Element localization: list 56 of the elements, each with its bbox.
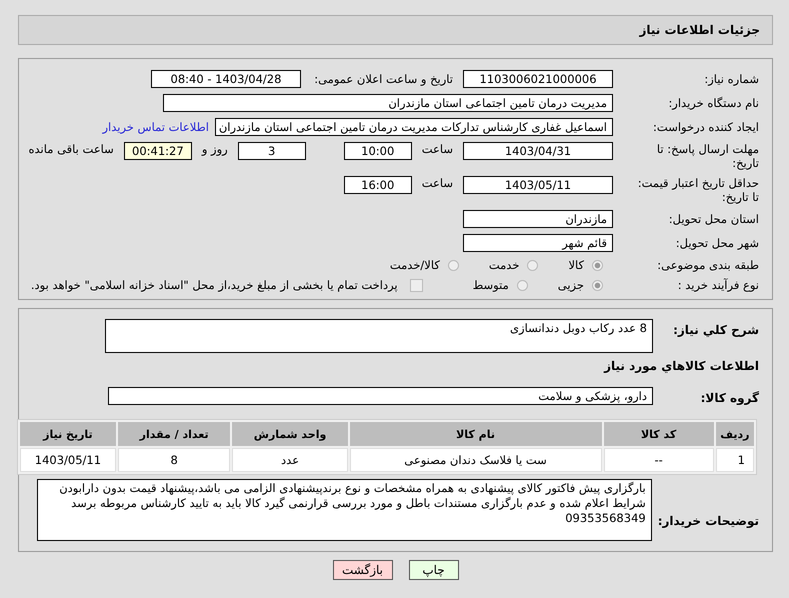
buyer-org-field[interactable]: مدیریت درمان تامین اجتماعی استان مازندران (163, 94, 613, 112)
back-button[interactable]: بازگشت (332, 560, 392, 580)
goods-group-field[interactable]: دارو، پزشکی و سلامت (108, 387, 653, 405)
table-cell: 1403/05/11 (20, 448, 116, 472)
table-cell: 1 (716, 448, 754, 472)
table-cell: ست یا فلاسک دندان مصنوعی (350, 448, 602, 472)
announce-date-field[interactable]: 1403/04/28 - 08:40 (151, 70, 301, 88)
remaining-label: ساعت باقی مانده (28, 142, 114, 156)
page-title: جزئیات اطلاعات نیاز (639, 23, 760, 37)
print-button[interactable]: چاپ (408, 560, 458, 580)
buyer-contact-link[interactable]: اطلاعات تماس خریدار (102, 120, 209, 134)
field-label: گروه کالا: (700, 391, 759, 405)
field-label: تاریخ و ساعت اعلان عمومی: (313, 72, 453, 86)
field-label: توضیحات خریدار: (658, 514, 759, 528)
category-radio[interactable]: کالا/خدمت (390, 258, 459, 272)
table-cell: -- (604, 448, 714, 472)
need-number-field[interactable]: 1103006021000006 (463, 70, 613, 88)
field-label: مهلت ارسال پاسخ: تا تاریخ: (656, 142, 759, 170)
time-label: ساعت (422, 176, 453, 190)
field-label: نوع فرآیند خرید : (676, 278, 759, 292)
column-header: کد کالا (604, 422, 714, 446)
validity-date-field[interactable]: 1403/05/11 (463, 176, 613, 194)
field-label: ایجاد کننده درخواست: (652, 120, 759, 134)
field-label: استان محل تحویل: (668, 212, 759, 226)
requester-field[interactable]: اسماعیل غفاری کارشناس تدارکات مدیریت درمان تامین اجتماعی استان مازندران (215, 118, 613, 136)
column-header: تعداد / مقدار (118, 422, 230, 446)
field-label: شهر محل تحویل: (674, 236, 759, 250)
field-label: شرح کلي نياز: (672, 323, 759, 337)
field-label: شماره نیاز: (703, 72, 759, 86)
process-radio[interactable]: جزیی (558, 278, 603, 292)
city-field[interactable]: قائم شهر (463, 234, 613, 252)
category-radio[interactable]: خدمت (488, 258, 538, 272)
table-cell: عدد (232, 448, 348, 472)
field-label: طبقه بندی موضوعی: (656, 258, 759, 272)
buyer-notes-textarea[interactable]: بارگزاری پیش فاکتور کالای پیشنهادی به همراه مشخصات و نوع برندپیشنهادی الزامی می باشد،پیشنهاد قیمت بدون دارابودن شرایط اعلام شده و عدم بارگزاری مستندات باطل و مورد بررسی قرارنمی گیرد کالا باید به تایید کارشناس مربوطه برسد 09353568349 (36, 479, 652, 541)
column-header: تاریخ نیاز (20, 422, 116, 446)
table-cell: 8 (118, 448, 230, 472)
time-label: ساعت (422, 142, 453, 156)
payment-label: پرداخت تمام یا بخشی از مبلغ خرید،از محل "اسناد خزانه اسلامی" خواهد بود. (30, 278, 398, 292)
days-field[interactable]: 3 (238, 142, 306, 160)
remaining-time-field: 00:41:27 (124, 142, 192, 160)
field-label: نام دستگاه خریدار: (667, 96, 759, 110)
payment-checkbox[interactable] (410, 278, 423, 292)
field-label: حداقل تاریخ اعتبار قیمت: تا تاریخ: (636, 176, 759, 204)
validity-time-field[interactable]: 16:00 (344, 176, 412, 194)
column-header: نام کالا (350, 422, 602, 446)
column-header: واحد شمارش (232, 422, 348, 446)
days-label: روز و (202, 142, 228, 156)
column-header: ردیف (716, 422, 754, 446)
section-heading: اطلاعات کالاهاي مورد نياز (604, 359, 759, 373)
description-textarea[interactable]: 8 عدد رکاب دوبل دندانسازی (105, 319, 653, 353)
deadline-time-field[interactable]: 10:00 (344, 142, 412, 160)
province-field[interactable]: مازندران (463, 210, 613, 228)
category-radio[interactable]: کالا (568, 258, 603, 272)
process-radio[interactable]: متوسط (472, 278, 528, 292)
deadline-date-field[interactable]: 1403/04/31 (463, 142, 613, 160)
